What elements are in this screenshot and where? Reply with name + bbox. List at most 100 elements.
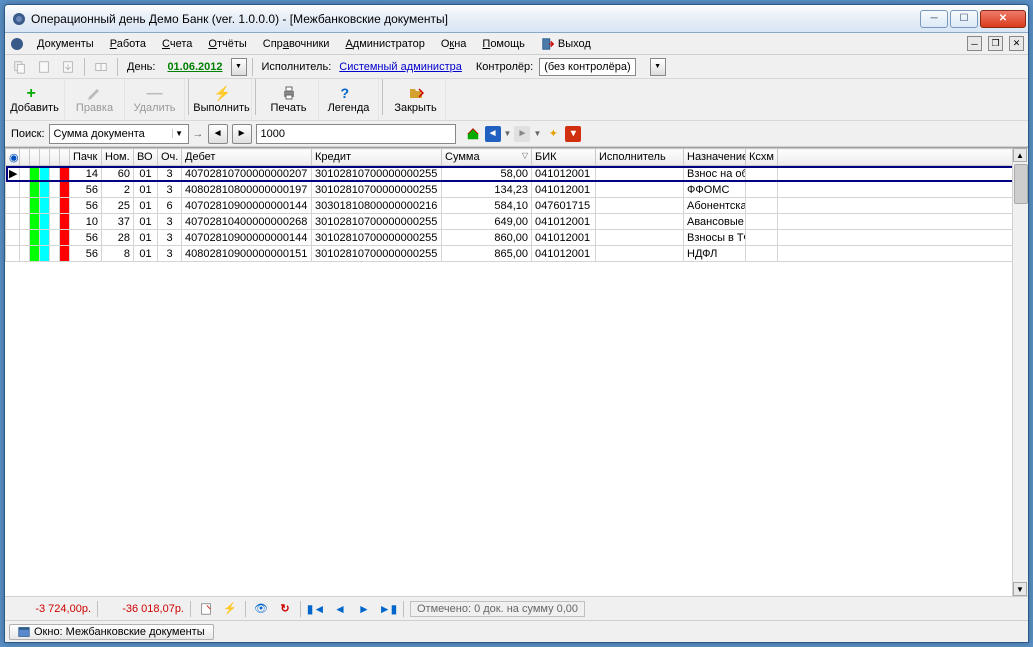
col-bik[interactable]: БИК [532, 149, 596, 166]
app-icon [11, 11, 27, 27]
menu-exit[interactable]: Выход [535, 35, 597, 53]
dropdown-icon[interactable]: ▼ [504, 129, 512, 138]
table-row[interactable]: 5620134080281080000000019730102810700000… [6, 182, 1028, 198]
col-ksxm[interactable]: Ксхм [746, 149, 778, 166]
flag-icon[interactable] [197, 600, 215, 618]
table-row[interactable]: 5680134080281090000000015130102810700000… [6, 246, 1028, 262]
executor-link[interactable]: Системный администра [339, 61, 462, 73]
delete-button[interactable]: — Удалить [125, 79, 185, 120]
nav-back-icon[interactable]: ◄ [485, 126, 501, 142]
titlebar: Операционный день Демо Банк (ver. 1.0.0.… [5, 5, 1028, 33]
mdi-close[interactable]: ✕ [1009, 36, 1024, 51]
menu-refs[interactable]: Справочники [257, 36, 336, 52]
scroll-down-icon[interactable]: ▼ [1013, 582, 1027, 596]
tab-interbank[interactable]: Окно: Межбанковские документы [9, 624, 214, 640]
execute-button[interactable]: ⚡ Выполнить [192, 79, 252, 120]
day-label: День: [127, 61, 155, 73]
toolbar-main: День: 01.06.2012 ▼ Исполнитель: Системны… [5, 55, 1028, 79]
mdi-minimize[interactable]: ─ [967, 36, 982, 51]
export-icon[interactable] [57, 57, 79, 77]
dropdown-icon-2[interactable]: ▼ [533, 129, 541, 138]
col-exec[interactable]: Исполнитель [596, 149, 684, 166]
refresh-icon[interactable]: ↻ [276, 600, 294, 618]
marked-status: Отмечено: 0 док. на сумму 0,00 [410, 601, 585, 617]
menu-help[interactable]: Помощь [476, 36, 531, 52]
copy-icon[interactable] [9, 57, 31, 77]
window-tabs: Окно: Межбанковские документы [5, 620, 1028, 642]
search-label: Поиск: [11, 128, 45, 140]
col-purpose[interactable]: Назначение [684, 149, 746, 166]
menu-accounts[interactable]: Счета [156, 36, 198, 52]
filter-icon[interactable]: ▾ [565, 126, 581, 142]
prev-button[interactable]: ◄ [208, 124, 228, 144]
batch-icon[interactable] [90, 57, 112, 77]
nav-fwd-icon[interactable]: ► [514, 126, 530, 142]
date-link[interactable]: 01.06.2012 [167, 61, 222, 73]
window-icon [18, 626, 30, 638]
col-credit[interactable]: Кредит [312, 149, 442, 166]
edit-button[interactable]: Правка [65, 79, 125, 120]
controller-value: (без контролёра) [539, 58, 635, 76]
menu-admin[interactable]: Администратор [339, 36, 430, 52]
bolt-icon: ⚡ [214, 85, 230, 101]
sort-indicator-icon: ▽ [522, 151, 528, 160]
date-dropdown[interactable]: ▼ [231, 58, 247, 76]
close-button[interactable]: ✕ [980, 10, 1026, 28]
table-row[interactable]: 5625016407028109000000001443030181080000… [6, 198, 1028, 214]
col-vo[interactable]: ВО [134, 149, 158, 166]
minimize-button[interactable]: ─ [920, 10, 948, 28]
menu-work[interactable]: Работа [104, 36, 152, 52]
first-icon[interactable]: ▮◄ [307, 600, 325, 618]
grid-header[interactable]: ◉ Пачк Ном. ВО Оч. Дебет Кредит Сумма▽ Б… [6, 149, 1028, 166]
scroll-thumb[interactable] [1014, 164, 1028, 204]
col-indicator[interactable]: ◉ [6, 149, 20, 166]
print-button[interactable]: Печать [259, 79, 319, 120]
next-button[interactable]: ► [232, 124, 252, 144]
menu-app-icon [9, 36, 25, 52]
col-num[interactable]: Ном. [102, 149, 134, 166]
toolbar-actions: + Добавить Правка — Удалить ⚡ Выполнить … [5, 79, 1028, 121]
view-icon[interactable]: 👁 [252, 600, 270, 618]
mdi-restore[interactable]: ❐ [988, 36, 1003, 51]
prev-icon[interactable]: ◄ [331, 600, 349, 618]
vertical-scrollbar[interactable]: ▲ ▼ [1012, 148, 1028, 596]
app-window: Операционный день Демо Банк (ver. 1.0.0.… [4, 4, 1029, 643]
searchbar: Поиск: Сумма документа ▼ → ◄ ► ◄ ▼ ► ▼ ✦… [5, 121, 1028, 147]
minus-icon: — [147, 85, 163, 101]
search-input[interactable] [256, 124, 456, 144]
close-doc-button[interactable]: Закрыть [386, 79, 446, 120]
add-button[interactable]: + Добавить [5, 79, 65, 120]
data-grid[interactable]: ◉ Пачк Ном. ВО Оч. Дебет Кредит Сумма▽ Б… [5, 147, 1028, 596]
star-icon[interactable]: ✦ [544, 125, 562, 143]
next-icon[interactable]: ► [355, 600, 373, 618]
window-controls: ─ ☐ ✕ [920, 10, 1026, 28]
home-icon[interactable] [464, 125, 482, 143]
legend-button[interactable]: ? Легенда [319, 79, 379, 120]
last-icon[interactable]: ►▮ [379, 600, 397, 618]
search-field-combo[interactable]: Сумма документа ▼ [49, 124, 189, 144]
menu-reports[interactable]: Отчёты [202, 36, 252, 52]
sum-2: -36 018,07р. [104, 603, 184, 615]
chevron-down-icon: ▼ [172, 129, 186, 138]
col-och[interactable]: Оч. [158, 149, 182, 166]
col-pack[interactable]: Пачк [70, 149, 102, 166]
scroll-up-icon[interactable]: ▲ [1013, 148, 1027, 162]
exit-label: Выход [558, 38, 591, 50]
table-row[interactable]: ▶146001340702810700000000207301028107000… [6, 166, 1028, 182]
col-debit[interactable]: Дебет [182, 149, 312, 166]
table-row[interactable]: 1037013407028104000000002683010281070000… [6, 214, 1028, 230]
plus-icon: + [27, 85, 43, 101]
bolt-mini-icon[interactable]: ⚡ [221, 600, 239, 618]
arrow-right-icon: → [193, 128, 204, 140]
doc-icon[interactable] [33, 57, 55, 77]
controller-dropdown[interactable]: ▼ [650, 58, 666, 76]
table-row[interactable]: 5628013407028109000000001443010281070000… [6, 230, 1028, 246]
folder-close-icon [408, 85, 424, 101]
col-sum[interactable]: Сумма▽ [442, 149, 532, 166]
executor-label: Исполнитель: [262, 61, 332, 73]
pencil-icon [87, 85, 103, 101]
maximize-button[interactable]: ☐ [950, 10, 978, 28]
menu-documents[interactable]: Документы [31, 36, 100, 52]
menubar: Документы Работа Счета Отчёты Справочник… [5, 33, 1028, 55]
menu-windows[interactable]: Окна [435, 36, 473, 52]
